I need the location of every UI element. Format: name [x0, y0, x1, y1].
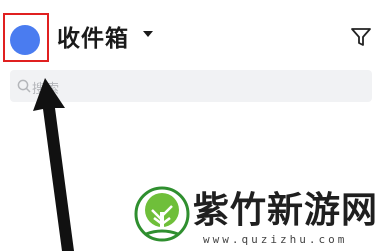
- filter-icon[interactable]: [350, 26, 372, 48]
- search-input[interactable]: 搜索: [10, 70, 372, 102]
- watermark: 紫竹新游网 www.quzizhu.com: [134, 186, 378, 251]
- page-title[interactable]: 收件箱: [57, 19, 129, 53]
- tree-logo: [134, 186, 190, 242]
- search-icon: [17, 79, 31, 93]
- watermark-url: www.quzizhu.com: [203, 233, 348, 246]
- caret-down-icon[interactable]: [143, 31, 153, 37]
- avatar[interactable]: [10, 25, 40, 55]
- top-bar: 收件箱: [0, 0, 378, 70]
- watermark-text: 紫竹新游网: [193, 190, 378, 231]
- search-placeholder: 搜索: [32, 82, 61, 97]
